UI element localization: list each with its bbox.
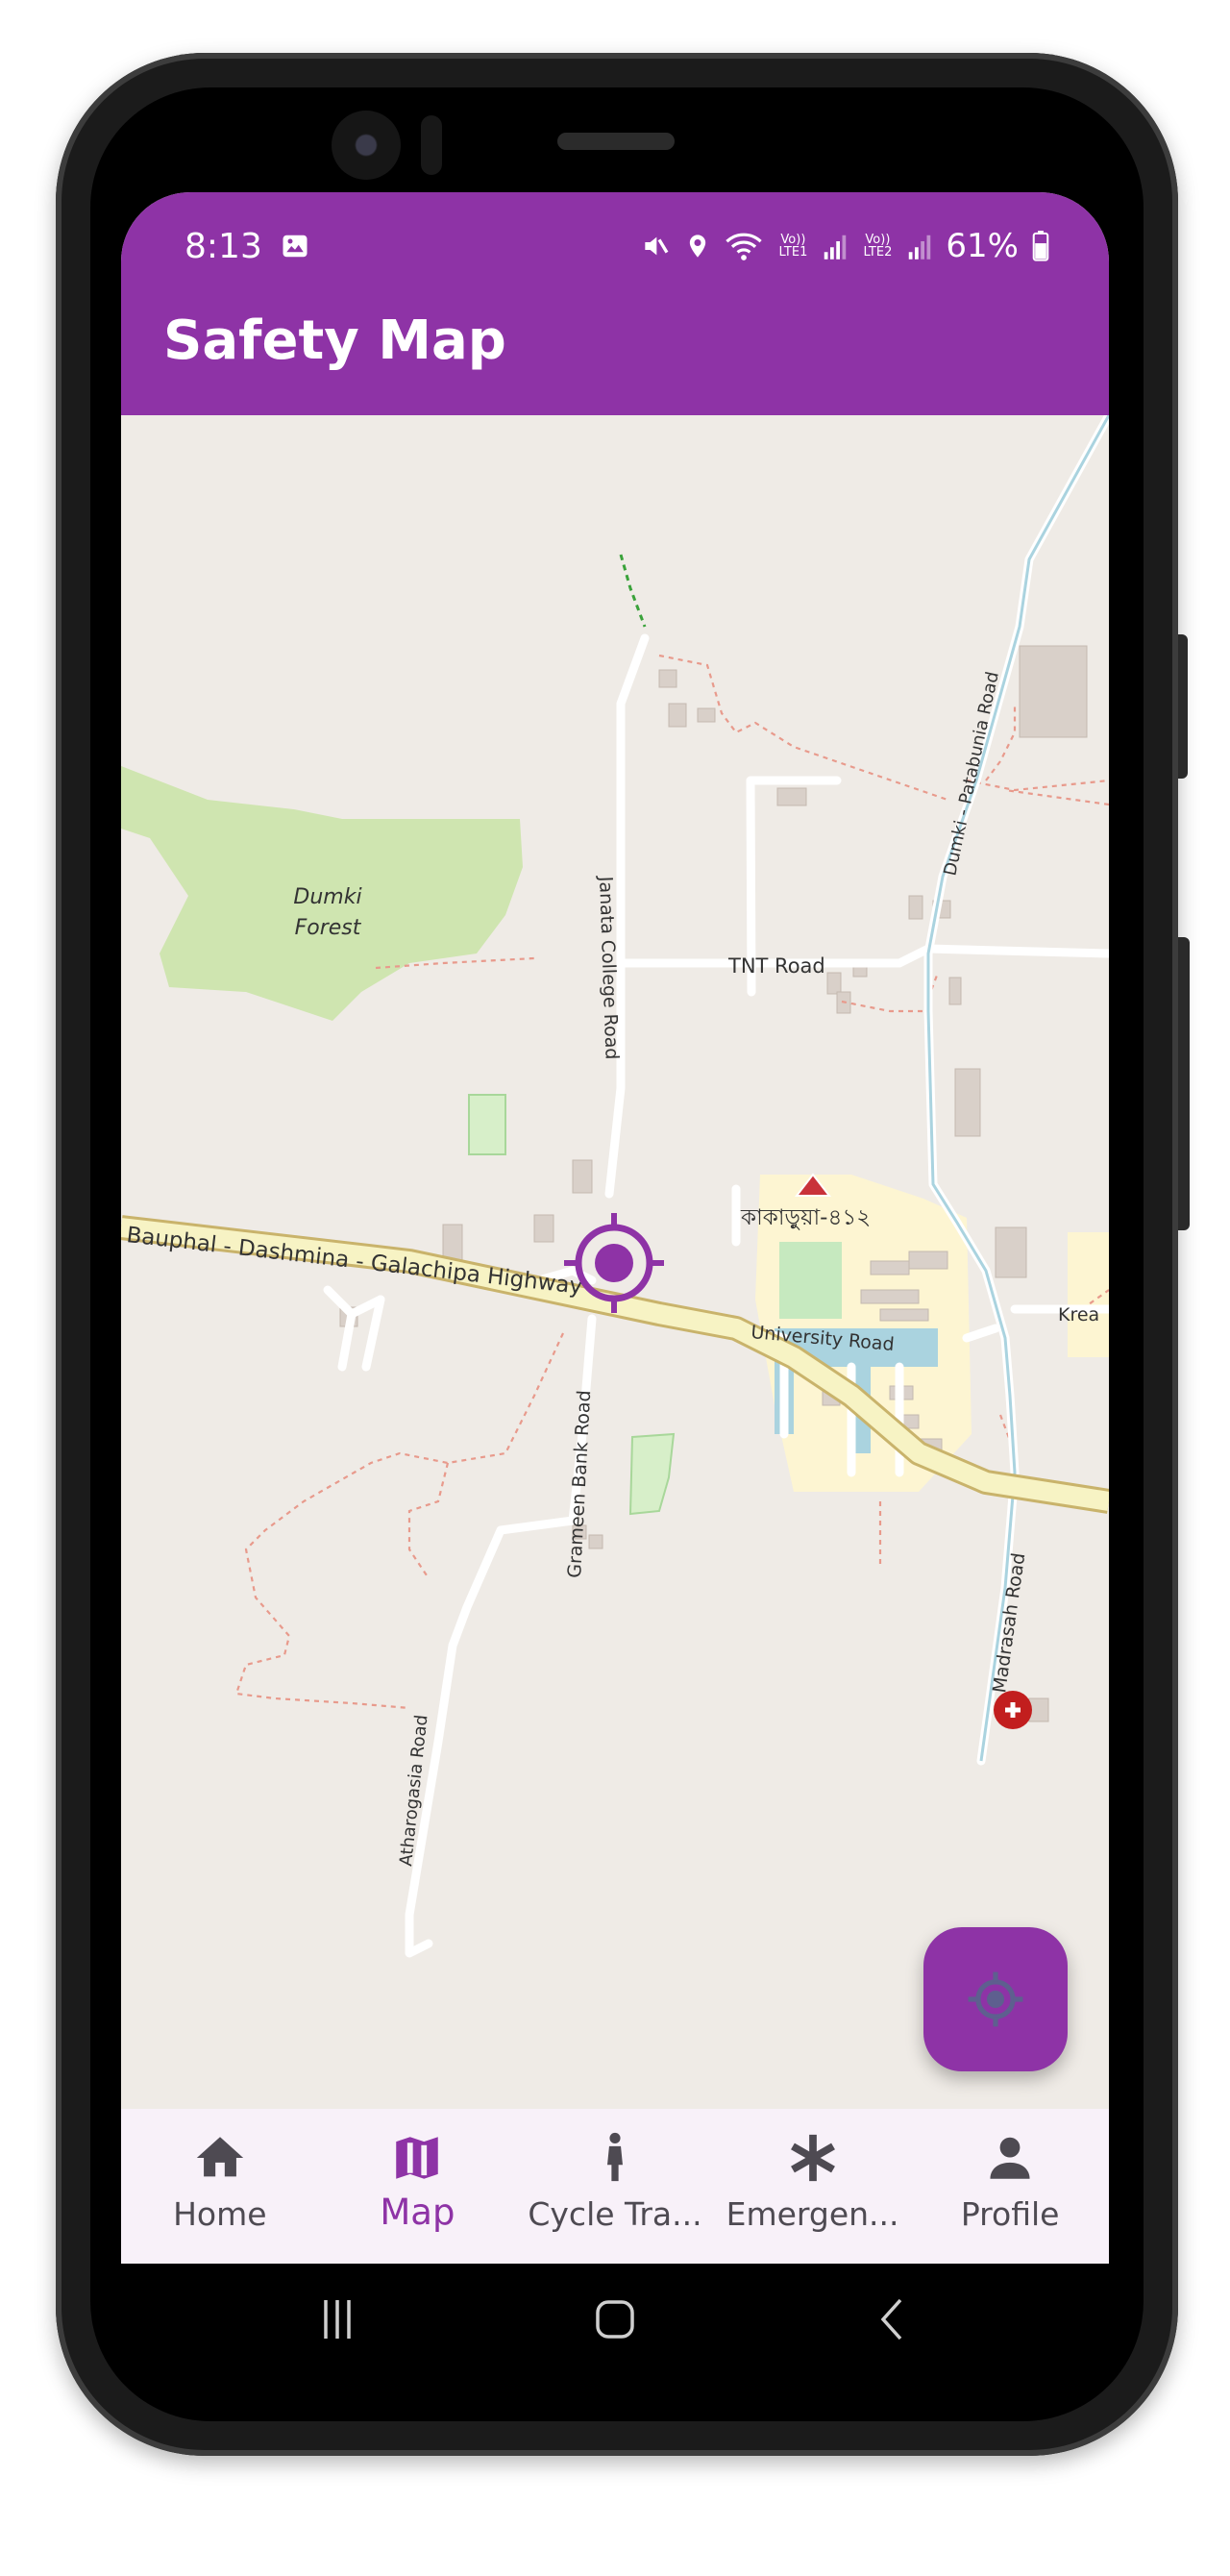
hospital-marker[interactable] [994, 1691, 1032, 1729]
recents-button[interactable] [308, 2291, 366, 2348]
wifi-icon [726, 233, 763, 260]
front-camera [332, 111, 401, 180]
map-icon [396, 2137, 439, 2179]
map-view[interactable]: Dumki Forest TNT Road Janata College Roa… [121, 415, 1109, 2109]
location-icon [690, 235, 706, 258]
system-navigation-bar [121, 2264, 1109, 2374]
nav-label-cycle-tracker: Cycle Tra... [528, 2195, 702, 2233]
my-location-button[interactable] [923, 1927, 1068, 2071]
person-icon [607, 2132, 623, 2182]
home-icon [196, 2137, 243, 2177]
nav-item-home[interactable]: Home [121, 2109, 319, 2264]
forest-label-line1: Dumki [293, 885, 361, 909]
asterisk-icon [790, 2134, 835, 2182]
back-button[interactable] [864, 2291, 922, 2348]
battery-percent: 61% [946, 227, 1019, 265]
nav-label-home: Home [173, 2195, 267, 2233]
campus-area [1068, 1232, 1109, 1357]
nav-label-emergency: Emergen... [726, 2195, 899, 2233]
tnt-road-label: TNT Road [727, 954, 825, 978]
battery-icon [1032, 231, 1049, 261]
app-screen: 8:13 Vo)) LTE1 Vo)) LTE2 61% Safety Map … [121, 192, 1109, 2264]
nav-item-map[interactable]: Map [319, 2109, 517, 2264]
nav-label-profile: Profile [960, 2195, 1060, 2233]
forest-label-line2: Forest [295, 916, 362, 940]
signal-strength-2-icon [909, 235, 931, 260]
status-icons: Vo)) LTE1 Vo)) LTE2 61% [640, 227, 1049, 265]
nav-item-profile[interactable]: Profile [911, 2109, 1109, 2264]
earpiece-speaker [557, 133, 675, 150]
power-button [1178, 634, 1188, 779]
park-patch [468, 1094, 506, 1155]
home-button[interactable] [586, 2291, 644, 2348]
profile-icon [990, 2137, 1030, 2179]
kreak-road-label: Krea [1058, 1304, 1099, 1325]
gallery-icon [283, 235, 308, 258]
nav-label-map: Map [380, 2192, 455, 2233]
nav-item-cycle-tracker[interactable]: Cycle Tra... [516, 2109, 714, 2264]
page-title: Safety Map [163, 310, 506, 372]
bottom-navigation: Home Map Cycle Tra... Emergen... Profile [121, 2109, 1109, 2264]
sports-field [779, 1242, 842, 1319]
app-bar: 8:13 Vo)) LTE1 Vo)) LTE2 61% Safety Map [121, 192, 1109, 415]
place-label-bn: কাকাড়ুয়া-৪১২ [740, 1205, 871, 1230]
volte-lte2-signal-icon: Vo)) LTE2 [863, 233, 893, 260]
mute-icon [645, 236, 669, 256]
my-location-icon [968, 1971, 1023, 2027]
map-canvas[interactable]: Dumki Forest TNT Road Janata College Roa… [121, 415, 1109, 2109]
volte-lte1-signal-icon: Vo)) LTE1 [778, 233, 808, 260]
proximity-sensor [421, 115, 442, 175]
status-time: 8:13 [184, 227, 309, 266]
nav-item-emergency[interactable]: Emergen... [714, 2109, 912, 2264]
signal-strength-1-icon [824, 235, 847, 260]
status-time-text: 8:13 [184, 227, 262, 266]
volume-button [1178, 937, 1190, 1230]
